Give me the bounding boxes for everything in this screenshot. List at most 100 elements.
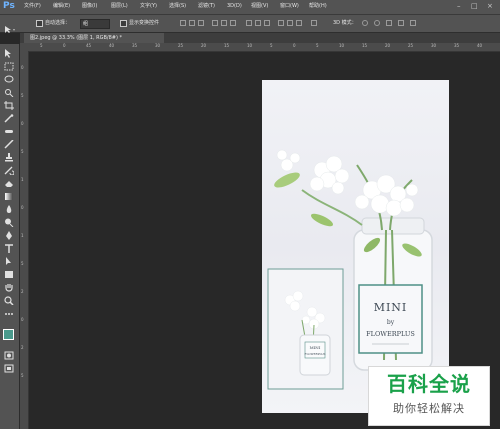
ruler-tick-label: 35: [132, 43, 138, 48]
clone-stamp-tool-icon[interactable]: [4, 153, 14, 162]
small-label-brand: FLOWERPLUS: [305, 352, 326, 356]
pen-tool-icon[interactable]: [4, 231, 14, 240]
distribute-bottom-icon[interactable]: [264, 20, 270, 26]
move-tool-preset-icon[interactable]: [4, 19, 16, 33]
document-tab[interactable]: 图2.jpeg @ 33.3% (图层 1, RGB/8#) *: [24, 33, 164, 43]
distribute-vcenter-icon[interactable]: [255, 20, 261, 26]
ruler-tick-label: 10: [339, 43, 345, 48]
ruler-tick-label: 2: [21, 345, 24, 350]
shape-tool-icon[interactable]: [4, 270, 14, 279]
ruler-tick-label: 1: [21, 233, 24, 238]
ruler-tick-label: 2: [21, 289, 24, 294]
maximize-button[interactable]: □: [471, 2, 478, 11]
ruler-tick-label: 0: [21, 317, 24, 322]
foreground-color-swatch[interactable]: [3, 329, 14, 340]
ruler-tick-label: 5: [40, 43, 43, 48]
ruler-tick-label: 5: [316, 43, 319, 48]
ruler-tick-label: 5: [21, 373, 24, 378]
ruler-tick-label: 0: [293, 43, 296, 48]
3d-scale-icon[interactable]: [410, 20, 416, 26]
3d-roll-icon[interactable]: [374, 20, 380, 26]
brush-tool-icon[interactable]: [4, 140, 14, 149]
ruler-tick-label: 40: [109, 43, 115, 48]
menu-bar: Ps 文件(F) 编辑(E) 图像(I) 图层(L) 文字(Y) 选择(S) 滤…: [0, 0, 500, 15]
more-tools-icon[interactable]: [4, 309, 14, 318]
move-tool-icon[interactable]: [4, 49, 14, 58]
distribute-left-icon[interactable]: [278, 20, 284, 26]
watermark-subtitle: 助你轻松解决: [393, 402, 465, 415]
align-bottom-icon[interactable]: [198, 20, 204, 26]
history-brush-tool-icon[interactable]: [4, 166, 14, 175]
zoom-tool-icon[interactable]: [4, 296, 14, 305]
menu-window[interactable]: 窗口(W): [280, 2, 299, 11]
distribute-top-icon[interactable]: [246, 20, 252, 26]
eyedropper-tool-icon[interactable]: [4, 114, 14, 123]
close-button[interactable]: ×: [487, 2, 493, 11]
auto-select-checkbox[interactable]: [36, 20, 43, 27]
screen-mode-icon[interactable]: [4, 364, 14, 373]
options-bar: 自动选择： 组 显示变换控件 3D 模式：: [0, 15, 500, 33]
ruler-tick-label: 15: [362, 43, 368, 48]
3d-rotate-icon[interactable]: [362, 20, 368, 26]
vertical-ruler[interactable]: 050510152025: [20, 51, 29, 429]
dodge-tool-icon[interactable]: [4, 218, 14, 227]
ruler-tick-label: 30: [431, 43, 437, 48]
distribute-right-icon[interactable]: [296, 20, 302, 26]
ruler-tick-label: 0: [21, 205, 24, 210]
align-top-icon[interactable]: [180, 20, 186, 26]
ruler-tick-label: 5: [21, 261, 24, 266]
ruler-tick-label: 5: [21, 93, 24, 98]
lasso-tool-icon[interactable]: [4, 75, 14, 84]
menu-view[interactable]: 视图(V): [251, 2, 268, 11]
show-transform-checkbox[interactable]: [120, 20, 127, 27]
horizontal-ruler[interactable]: 5 0 45 40 35 30 25 20 15 10 5 0 5 10 15 20 25 30 35 40: [20, 43, 500, 52]
toolbox: [0, 44, 20, 429]
hand-tool-icon[interactable]: [4, 283, 14, 292]
align-hcenter-icon[interactable]: [221, 20, 227, 26]
align-left-icon[interactable]: [212, 20, 218, 26]
ruler-tick-label: 1: [21, 177, 24, 182]
blur-tool-icon[interactable]: [4, 205, 14, 214]
menu-edit[interactable]: 编辑(E): [53, 2, 70, 11]
menu-file[interactable]: 文件(F): [24, 2, 41, 11]
document-image[interactable]: MINI by FLOWERPLUS MINI FLOWERPLUS: [262, 80, 449, 413]
quick-mask-icon[interactable]: [4, 351, 14, 360]
path-select-tool-icon[interactable]: [4, 257, 14, 266]
ruler-tick-label: 20: [201, 43, 207, 48]
auto-select-value: 组: [83, 21, 89, 27]
ruler-tick-label: 0: [21, 121, 24, 126]
ruler-tick-label: 30: [155, 43, 161, 48]
document-tab-bar: 图2.jpeg @ 33.3% (图层 1, RGB/8#) *: [20, 33, 500, 43]
show-transform-label: 显示变换控件: [129, 20, 160, 26]
align-right-icon[interactable]: [230, 20, 236, 26]
3d-pan-icon[interactable]: [386, 20, 392, 26]
healing-brush-tool-icon[interactable]: [4, 127, 14, 136]
ruler-tick-label: 25: [408, 43, 414, 48]
gradient-tool-icon[interactable]: [4, 192, 14, 201]
ruler-tick-label: 45: [86, 43, 92, 48]
menu-image[interactable]: 图像(I): [82, 2, 97, 11]
menu-3d[interactable]: 3D(D): [227, 2, 242, 11]
marquee-tool-icon[interactable]: [4, 62, 14, 71]
eraser-tool-icon[interactable]: [4, 179, 14, 188]
ruler-tick-label: 0: [63, 43, 66, 48]
align-vcenter-icon[interactable]: [189, 20, 195, 26]
crop-tool-icon[interactable]: [4, 101, 14, 110]
label-title: MINI: [374, 301, 408, 314]
3d-mode-label: 3D 模式：: [333, 20, 357, 26]
auto-align-icon[interactable]: [311, 20, 317, 26]
menu-select[interactable]: 选择(S): [169, 2, 186, 11]
auto-select-dropdown[interactable]: 组: [80, 19, 110, 29]
type-tool-icon[interactable]: [4, 244, 14, 253]
3d-slide-icon[interactable]: [398, 20, 404, 26]
menu-layer[interactable]: 图层(L): [111, 2, 128, 11]
ruler-tick-label: 5: [21, 149, 24, 154]
flower-photo: MINI by FLOWERPLUS MINI FLOWERPLUS: [262, 80, 449, 413]
quick-select-tool-icon[interactable]: [4, 88, 14, 97]
menu-type[interactable]: 文字(Y): [140, 2, 157, 11]
menu-help[interactable]: 帮助(H): [309, 2, 327, 11]
ruler-tick-label: 0: [21, 65, 24, 70]
distribute-hcenter-icon[interactable]: [287, 20, 293, 26]
minimize-button[interactable]: –: [457, 2, 461, 11]
menu-filter[interactable]: 滤镜(T): [198, 2, 215, 11]
